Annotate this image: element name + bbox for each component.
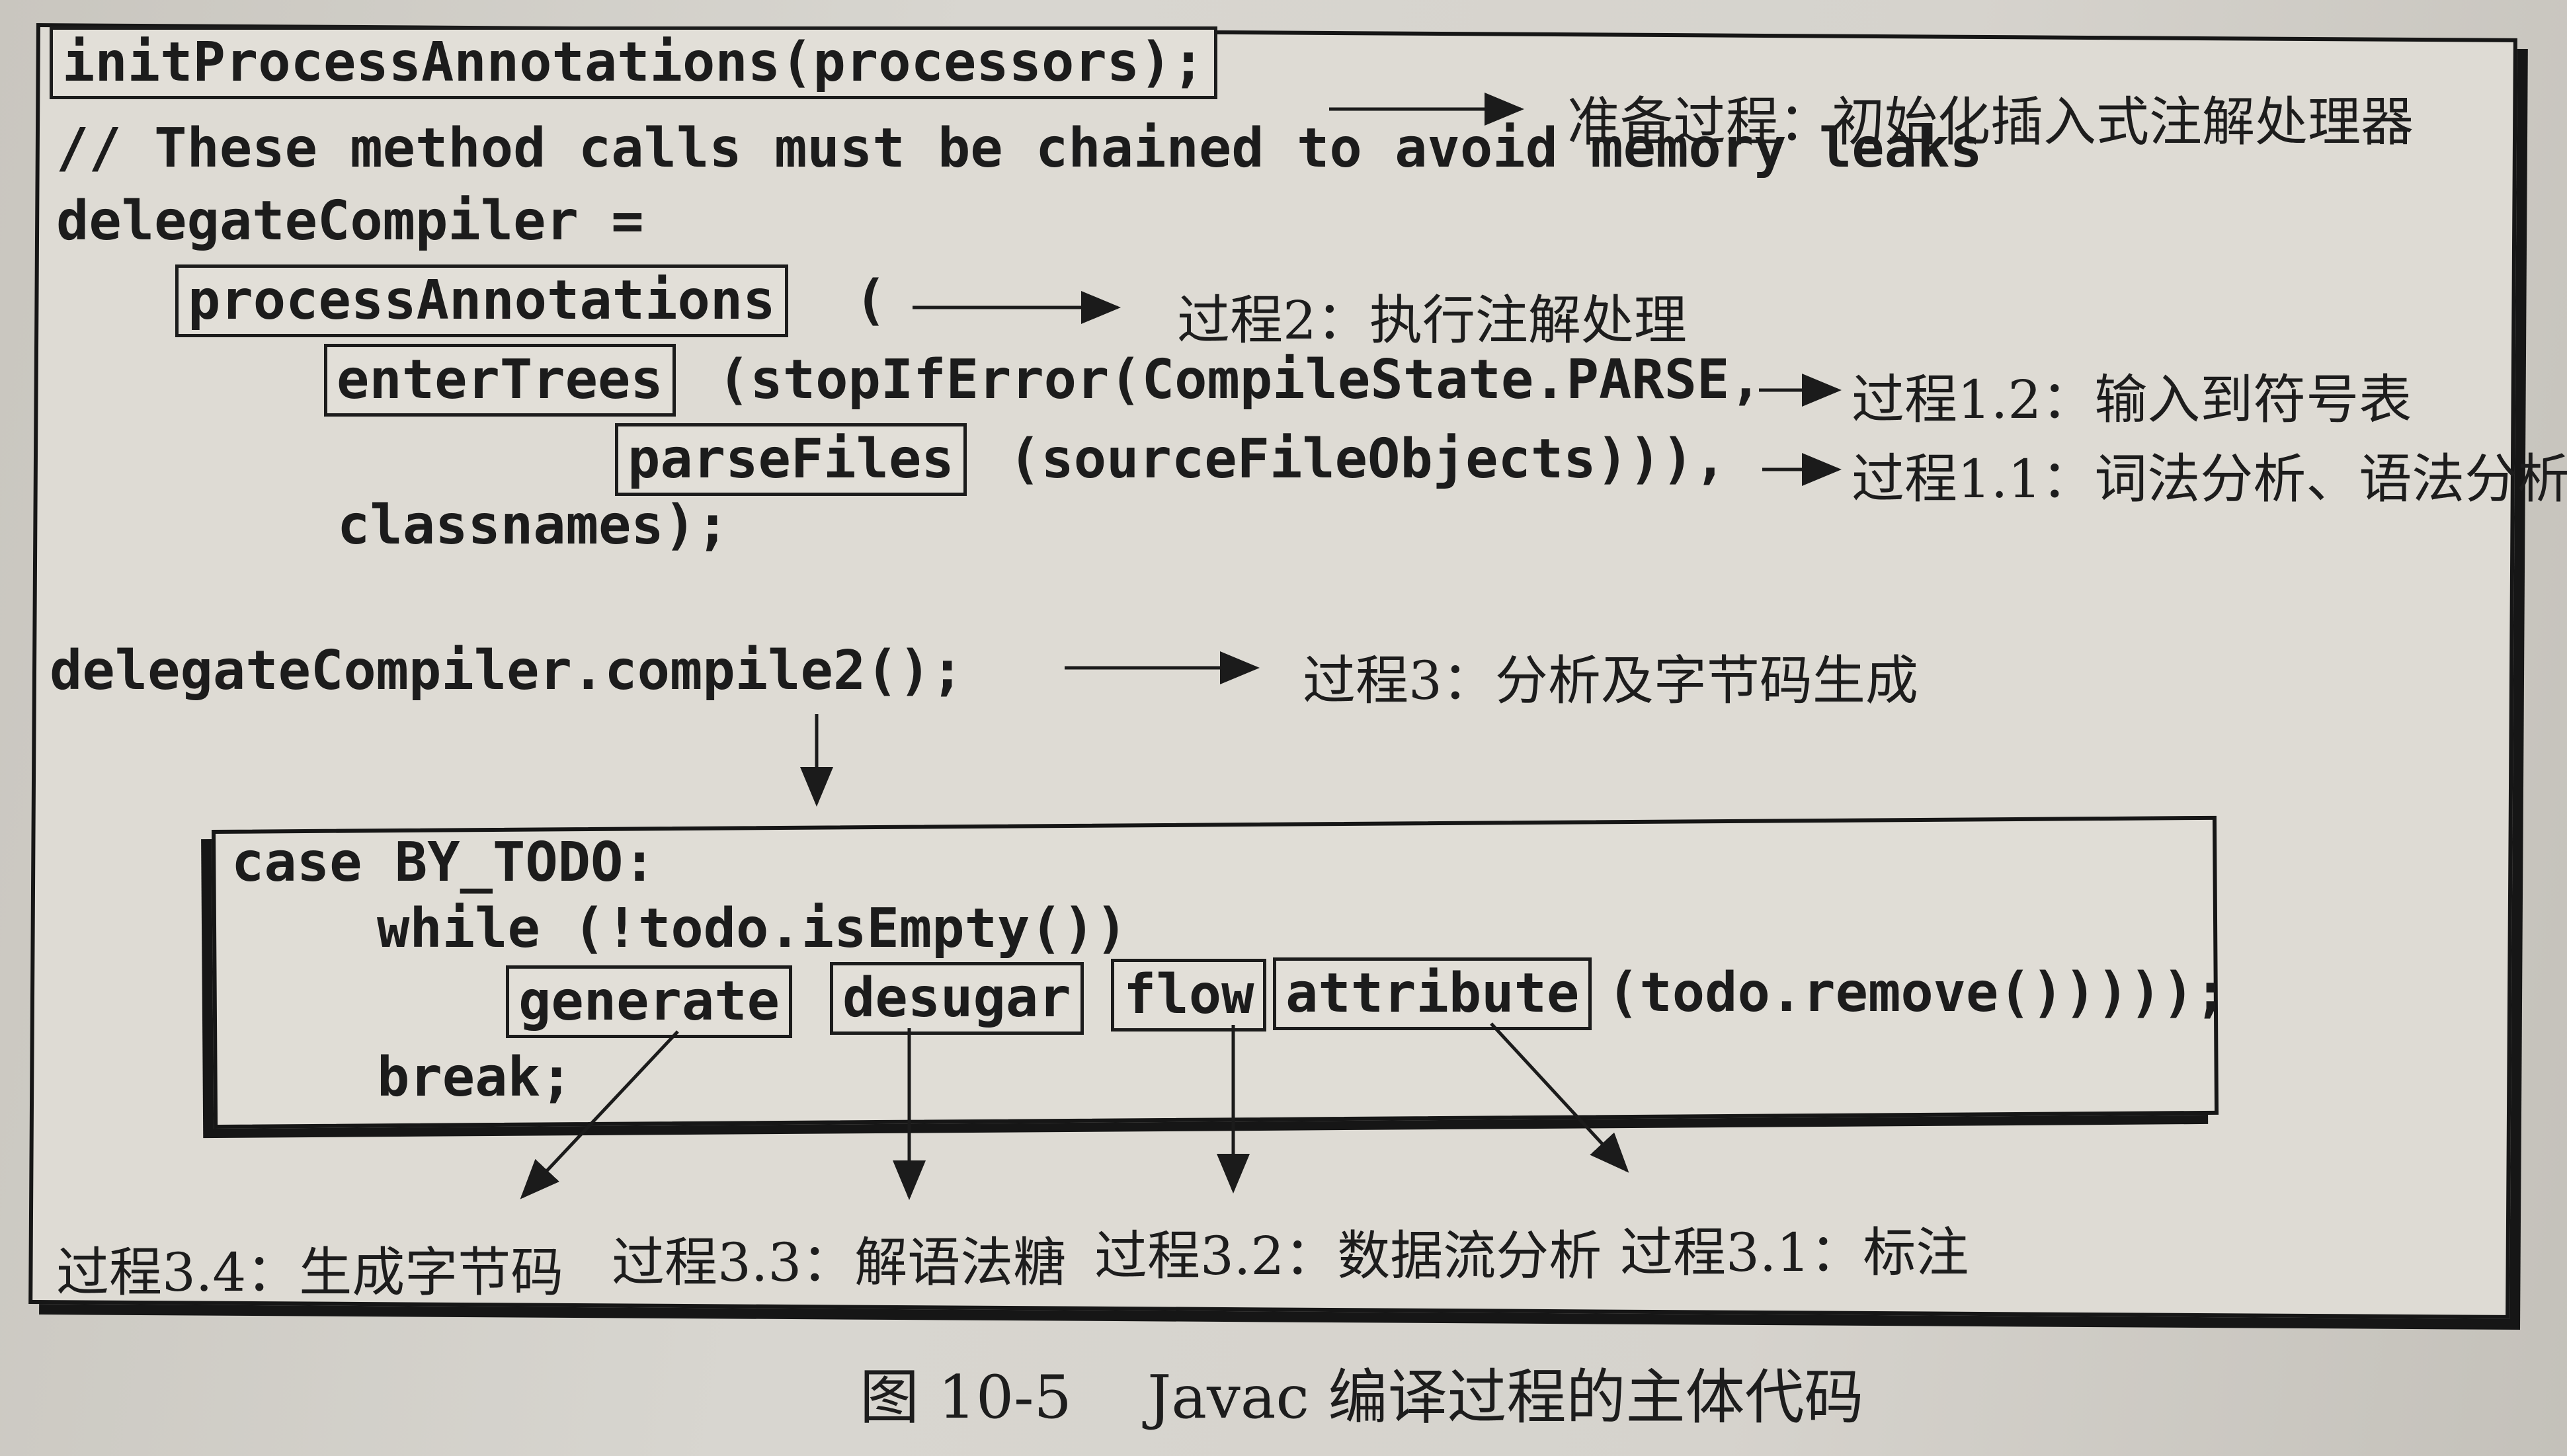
init-process-annotations-box: initProcessAnnotations(processors); <box>50 26 1217 99</box>
process-annotations-paren: ( <box>854 269 887 332</box>
annotation-step3-1: 过程3.1：标注 <box>1620 1222 1969 1283</box>
enter-trees-box: enterTrees <box>324 344 676 417</box>
source-file-objects-call: (sourceFileObjects))), <box>1008 428 1727 491</box>
flow-box: flow <box>1111 959 1267 1031</box>
annotation-step3-4: 过程3.4：生成字节码 <box>56 1242 564 1303</box>
annotation-step1-1: 过程1.1：词法分析、语法分析 <box>1852 448 2567 510</box>
todo-remove-call: (todo.remove())))); <box>1607 961 2227 1024</box>
annotation-prepare: 准备过程：初始化插入式注解处理器 <box>1567 91 2414 153</box>
classnames-line: classnames); <box>337 494 729 557</box>
process-annotations-box: processAnnotations <box>175 264 788 337</box>
case-line: case BY_TODO: <box>231 831 656 894</box>
desugar-box: desugar <box>830 962 1084 1035</box>
annotation-step3-3: 过程3.3：解语法糖 <box>612 1232 1067 1293</box>
figure-caption: 图 10-5 Javac 编译过程的主体代码 <box>860 1363 1864 1432</box>
annotation-step2: 过程2：执行注解处理 <box>1177 290 1687 351</box>
break-line: break; <box>377 1046 573 1109</box>
while-line: while (!todo.isEmpty()) <box>377 897 1128 960</box>
annotation-step3: 过程3：分析及字节码生成 <box>1303 650 1918 711</box>
annotation-step3-2: 过程3.2：数据流分析 <box>1094 1225 1602 1287</box>
generate-box: generate <box>506 965 792 1038</box>
attribute-box: attribute <box>1273 957 1592 1030</box>
stop-if-error-call: (stopIfError(CompileState.PARSE, <box>717 348 1762 411</box>
annotation-step1-2: 过程1.2：输入到符号表 <box>1852 369 2412 430</box>
delegate-compiler-assign: delegateCompiler = <box>56 190 644 253</box>
compile2-call: delegateCompiler.compile2(); <box>50 639 964 702</box>
parse-files-box: parseFiles <box>615 423 967 496</box>
